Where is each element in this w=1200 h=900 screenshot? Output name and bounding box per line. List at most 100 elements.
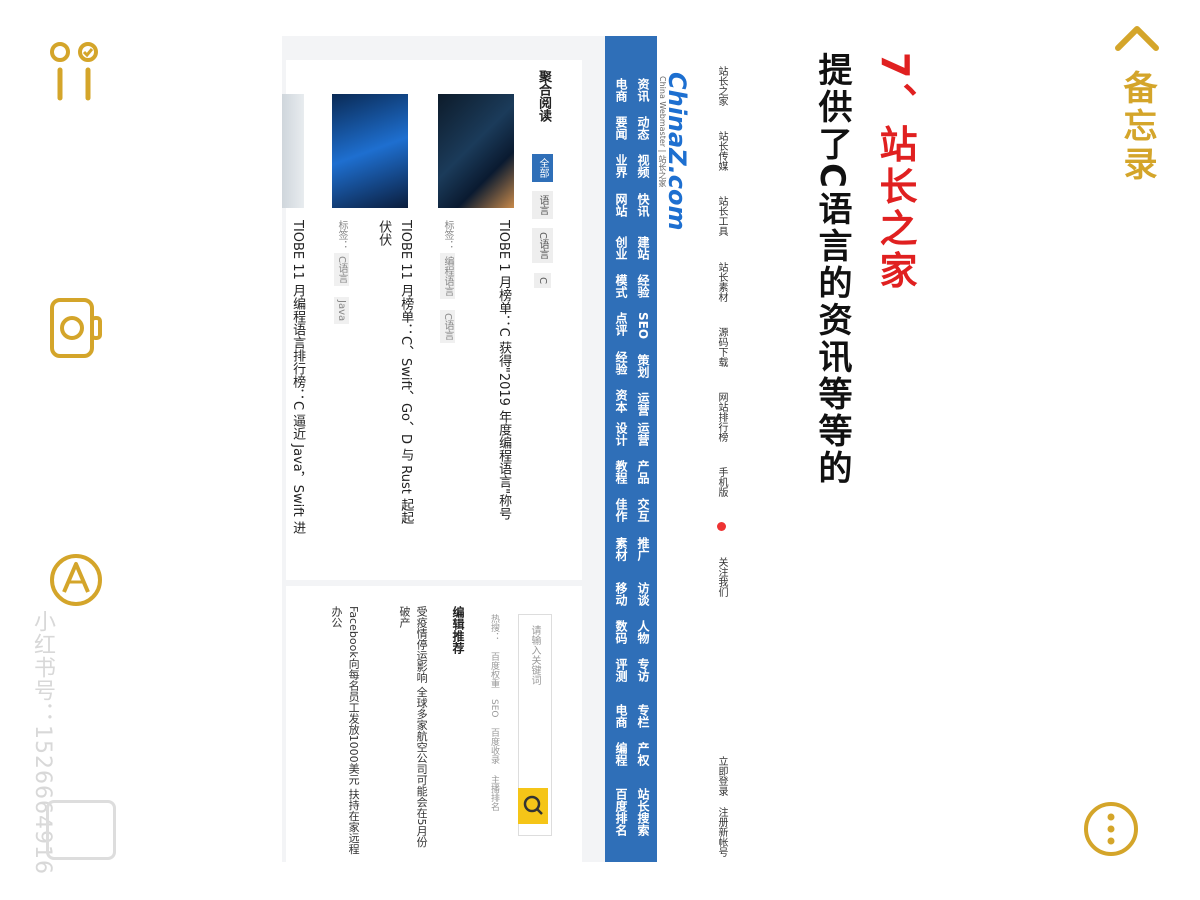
nav-item[interactable]: 电商	[614, 78, 628, 102]
hot-searches: 热搜： 百度权重 SEO 百度收录 主播排名	[488, 614, 501, 819]
nav-column: 电商 要闻 业界 网站	[613, 78, 630, 227]
nav-item[interactable]: 业界	[614, 154, 628, 178]
nav-item[interactable]: 编程	[614, 742, 628, 766]
checklist-icon	[50, 42, 98, 101]
checklist-button[interactable]	[48, 40, 104, 104]
nav-item[interactable]: 移动	[614, 582, 628, 606]
nav-column: 移动 数码 评测	[613, 582, 630, 692]
nav-column: 站长搜索	[635, 788, 652, 846]
tag-chip[interactable]: 编程语言	[440, 253, 455, 300]
nav-item[interactable]: 推广	[636, 537, 650, 561]
hot-search-item[interactable]: 主播排名	[489, 775, 499, 811]
embedded-screenshot: 站长之家 站长传媒 站长工具 站长素材 源码下载 网站排行榜 手机版 关注我们 …	[282, 36, 737, 862]
article-thumbnail[interactable]	[332, 94, 408, 208]
nav-item[interactable]: 产权	[636, 742, 650, 766]
nav-item[interactable]: 佳作	[614, 498, 628, 522]
nav-item[interactable]: 评测	[614, 658, 628, 682]
nav-item[interactable]: 点评	[614, 312, 628, 336]
nav-column: 创业 模式 点评 经验 资本	[613, 236, 630, 423]
article-title[interactable]: TIOBE 1 月榜单：C 获得"2019 年度编程语言"称号	[492, 220, 514, 520]
nav-item[interactable]: 要闻	[614, 116, 628, 140]
login-link[interactable]: 立即登录	[716, 756, 727, 796]
back-chevron-icon	[1115, 26, 1159, 51]
hot-search-item[interactable]: SEO	[489, 699, 499, 717]
tag-chip[interactable]: Java	[334, 297, 349, 325]
aggregate-reading-card	[286, 60, 582, 580]
hot-search-item[interactable]: 百度收录	[489, 728, 499, 764]
nav-item[interactable]: 访谈	[636, 582, 650, 606]
site-nav: 资讯 动态 视频 快讯 电商 要闻 业界 网站 建站 经验 SEO 策划 运营 …	[605, 36, 657, 862]
news-item[interactable]: 受疫情停运影响 全球多家航空公司可能会在5月份破产	[396, 606, 430, 856]
app-title: 备忘录	[1117, 70, 1157, 184]
article-title[interactable]: TIOBE 11 月编程语言排行榜：C 逼近 Java，Swift 进	[286, 220, 308, 534]
article-tags: 标签： 编程语言 C语言	[440, 220, 455, 351]
top-link[interactable]: 源码下载	[716, 327, 727, 367]
top-link[interactable]: 站长之家	[716, 66, 727, 106]
nav-item[interactable]: 百度排名	[614, 788, 628, 836]
tab-all[interactable]: 全部	[532, 154, 553, 182]
tab-c[interactable]: C	[534, 272, 551, 288]
nav-item[interactable]: 运营	[636, 392, 650, 416]
nav-item[interactable]: 运营	[636, 422, 650, 446]
nav-item[interactable]: 人物	[636, 620, 650, 644]
site-topbar: 站长之家 站长传媒 站长工具 站长素材 源码下载 网站排行榜 手机版 关注我们 …	[706, 36, 737, 862]
note-heading: 7、站长之家	[873, 52, 917, 293]
more-button[interactable]	[1082, 800, 1140, 858]
nav-item[interactable]: 站长搜索	[636, 788, 650, 836]
top-link[interactable]: 网站排行榜	[716, 392, 727, 442]
nav-item[interactable]: 经验	[636, 274, 650, 298]
hot-search-item[interactable]: 百度权重	[489, 652, 499, 688]
top-link[interactable]: 站长素材	[716, 262, 727, 302]
nav-item[interactable]: 教程	[614, 460, 628, 484]
article-title[interactable]: TIOBE 11 月榜单：C、Swift、Go、D 与 Rust 起起伏伏	[372, 220, 416, 530]
nav-item[interactable]: 产品	[636, 460, 650, 484]
logo-band: ChinaZ.com China Webmaster | 站长之家	[657, 36, 707, 862]
nav-item[interactable]: 专栏	[636, 704, 650, 728]
pen-button[interactable]	[48, 548, 104, 612]
top-link[interactable]: 关注我们	[716, 557, 727, 597]
nav-item[interactable]: 创业	[614, 236, 628, 260]
pen-icon	[50, 554, 102, 606]
register-link[interactable]: 注册新帐号	[716, 807, 727, 857]
news-item[interactable]: Facebook向每名员工发放1000美元 扶持在家远程办公	[328, 606, 362, 856]
top-link[interactable]: 站长工具	[716, 196, 727, 236]
nav-column: 百度排名	[613, 788, 630, 846]
watermark-logo	[46, 800, 116, 860]
nav-item[interactable]: 交互	[636, 498, 650, 522]
section-title: 聚合阅读	[536, 70, 551, 122]
nav-item[interactable]: 模式	[614, 274, 628, 298]
nav-item[interactable]: 网站	[614, 193, 628, 217]
nav-item[interactable]: 经验	[614, 351, 628, 375]
nav-item[interactable]: 专访	[636, 658, 650, 682]
top-link[interactable]: 站长传媒	[716, 131, 727, 171]
article-tags: 标签： C语言 Java	[334, 220, 349, 332]
nav-item[interactable]: 策划	[636, 354, 650, 378]
article-thumbnail[interactable]	[282, 94, 304, 208]
nav-item[interactable]: SEO	[636, 312, 650, 339]
nav-item[interactable]: 素材	[614, 537, 628, 561]
tab-c-language[interactable]: C语言	[532, 228, 553, 264]
search-button[interactable]	[518, 788, 548, 824]
site-logo-sub: China Webmaster | 站长之家	[658, 76, 667, 187]
more-icon	[1084, 802, 1138, 856]
nav-item[interactable]: 电商	[614, 704, 628, 728]
tags-label: 标签：	[336, 220, 347, 250]
tag-chip[interactable]: C语言	[334, 253, 349, 287]
nav-column: 运营 产品 交互 推广	[635, 422, 652, 571]
nav-column: 专栏 产权	[635, 704, 652, 776]
nav-item[interactable]: 数码	[614, 620, 628, 644]
nav-item[interactable]: 资讯	[636, 78, 650, 102]
camera-button[interactable]	[48, 296, 104, 360]
tab-language[interactable]: 语言	[532, 191, 553, 220]
nav-column: 访谈 人物 专访	[635, 582, 652, 692]
top-link[interactable]: 手机版	[716, 467, 727, 497]
nav-item[interactable]: 建站	[636, 236, 650, 260]
nav-item[interactable]: 视频	[636, 154, 650, 178]
nav-item[interactable]: 资本	[614, 389, 628, 413]
article-thumbnail[interactable]	[438, 94, 514, 208]
nav-item[interactable]: 快讯	[636, 193, 650, 217]
tag-chip[interactable]: C语言	[440, 310, 455, 344]
nav-item[interactable]: 设计	[614, 422, 628, 446]
nav-item[interactable]: 动态	[636, 116, 650, 140]
search-placeholder: 请输入关键词	[529, 625, 540, 685]
